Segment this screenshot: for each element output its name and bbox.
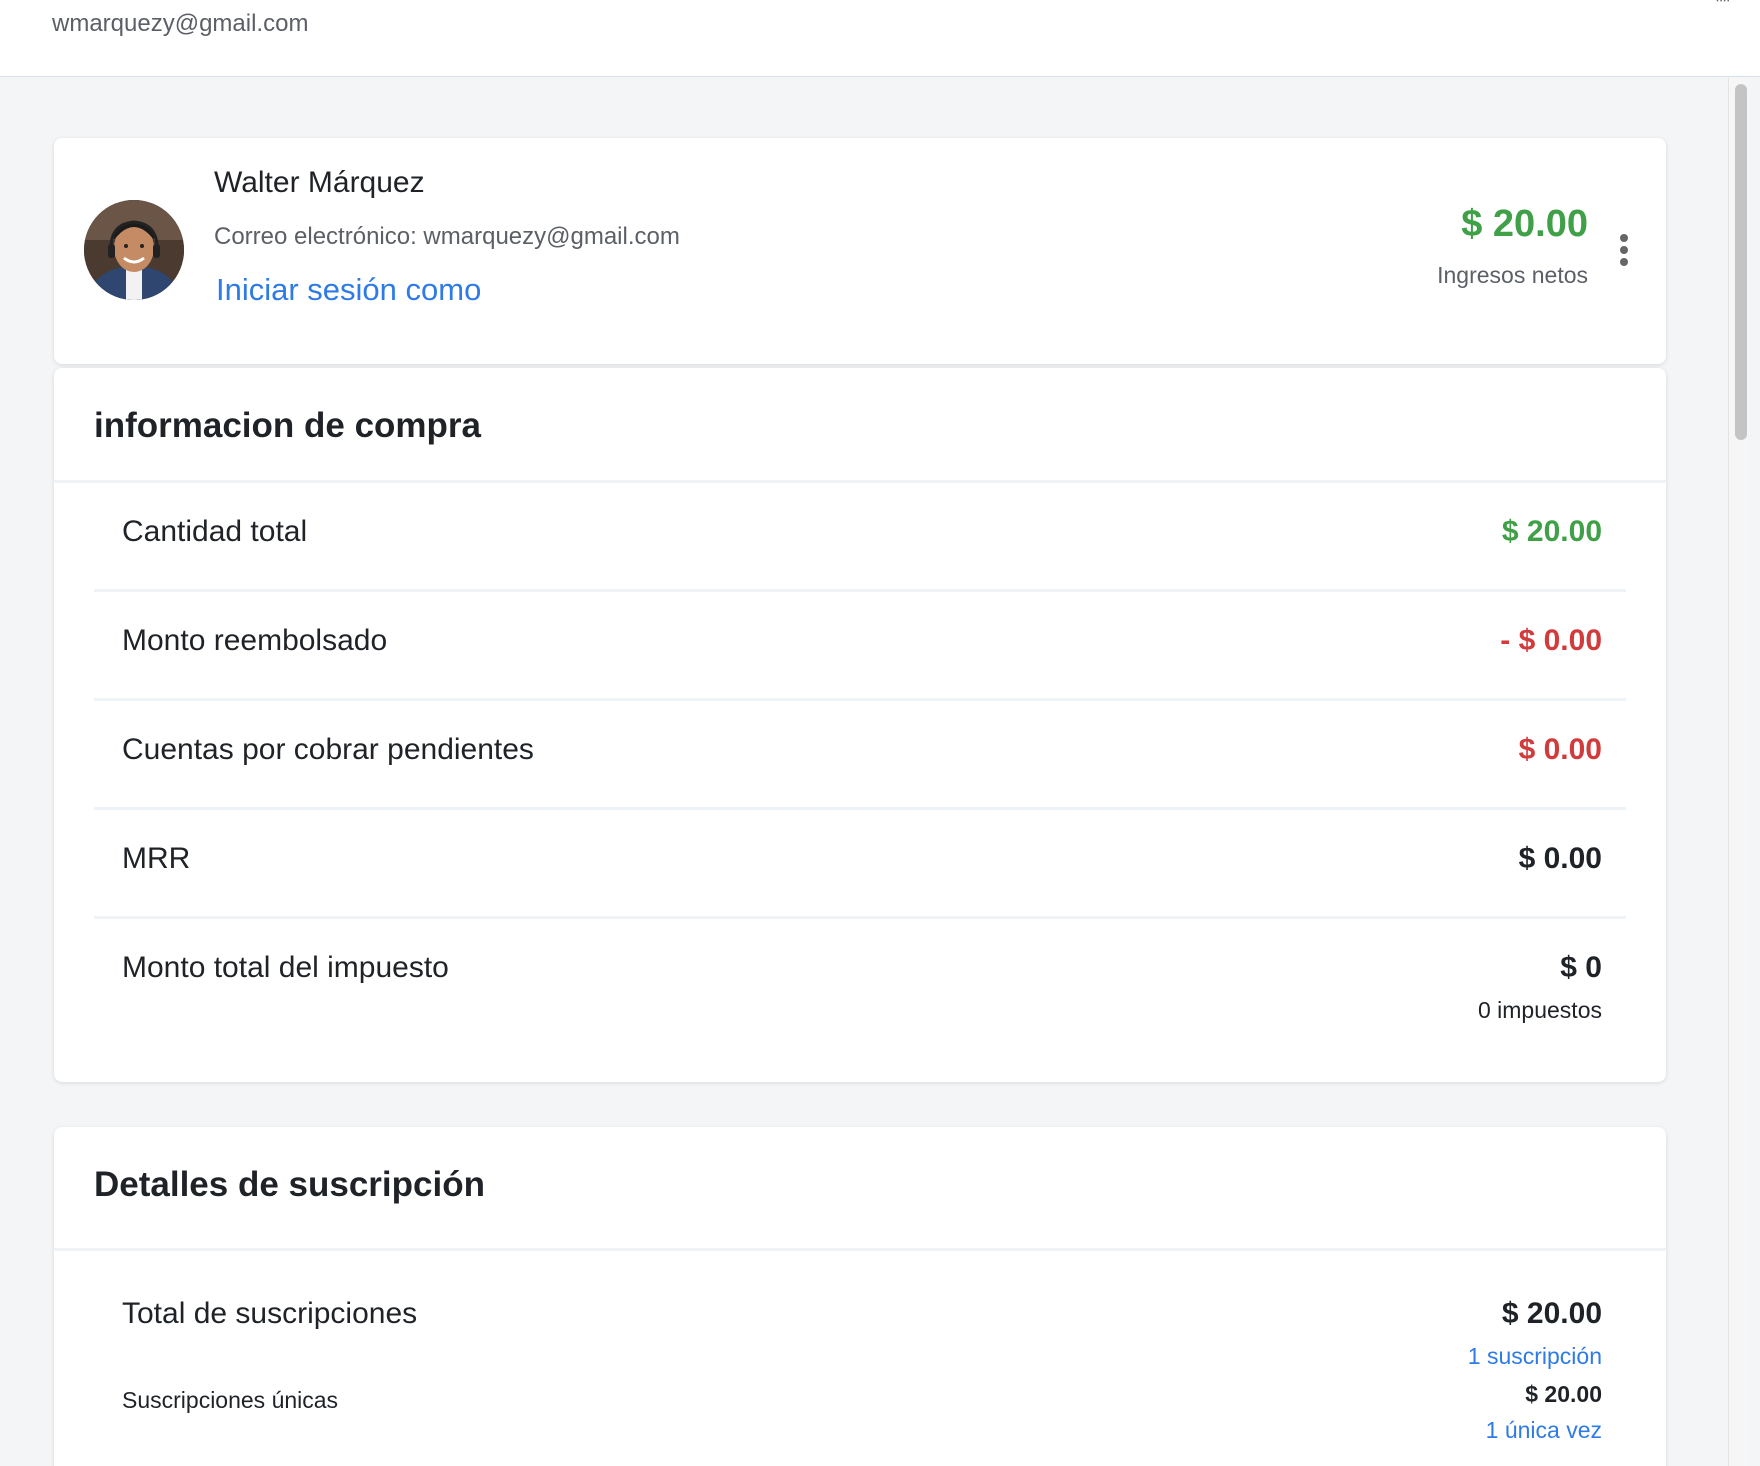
- row-label: Cantidad total: [122, 515, 308, 548]
- net-revenue-amount: $ 20.00: [1461, 203, 1588, 245]
- subscription-details-title: Detalles de suscripción: [94, 1165, 485, 1204]
- row-value: $ 0: [1560, 951, 1602, 984]
- unique-subscriptions-label: Suscripciones únicas: [122, 1387, 339, 1413]
- divider: [54, 1248, 1666, 1251]
- subscription-details-card: Detalles de suscripción Total de suscrip…: [54, 1127, 1666, 1466]
- row-value: $ 0.00: [1518, 842, 1602, 875]
- purchase-row-total: Cantidad total $ 20.00: [94, 483, 1626, 592]
- purchase-row-refunded: Monto reembolsado - $ 0.00: [94, 592, 1626, 701]
- top-bar: wmarquezy@gmail.com "": [0, 0, 1760, 77]
- avatar: [84, 200, 184, 300]
- customer-email: Correo electrónico: wmarquezy@gmail.com: [214, 223, 680, 250]
- vertical-scrollbar[interactable]: [1728, 78, 1750, 1466]
- purchase-info-card: informacion de compra Cantidad total $ 2…: [54, 368, 1666, 1082]
- customer-name: Walter Márquez: [214, 166, 425, 199]
- row-value: $ 20.00: [1501, 515, 1602, 548]
- row-label: MRR: [122, 842, 191, 875]
- row-value: $ 0.00: [1518, 733, 1602, 766]
- row-label: Cuentas por cobrar pendientes: [122, 733, 534, 766]
- scrollbar-thumb[interactable]: [1735, 84, 1747, 440]
- total-subscriptions-label: Total de suscripciones: [122, 1297, 418, 1330]
- subscriptions-count-link[interactable]: 1 suscripción: [1468, 1343, 1602, 1370]
- total-subscriptions-value: $ 20.00: [1501, 1297, 1602, 1330]
- purchase-row-receivables: Cuentas por cobrar pendientes $ 0.00: [94, 701, 1626, 810]
- row-label: Monto reembolsado: [122, 624, 388, 657]
- customer-profile-card: Walter Márquez Correo electrónico: wmarq…: [54, 138, 1666, 364]
- tax-count: 0 impuestos: [1477, 997, 1602, 1023]
- row-value: - $ 0.00: [1500, 624, 1602, 657]
- main-content: Walter Márquez Correo electrónico: wmarq…: [0, 78, 1728, 1466]
- unique-subscriptions-link[interactable]: 1 única vez: [1486, 1417, 1602, 1444]
- net-revenue-label: Ingresos netos: [1437, 262, 1588, 288]
- login-as-link[interactable]: Iniciar sesión como: [216, 272, 481, 308]
- purchase-row-mrr: MRR $ 0.00: [94, 810, 1626, 919]
- row-label: Monto total del impuesto: [122, 951, 449, 984]
- avatar-photo: [84, 200, 184, 300]
- close-quote-icon[interactable]: "": [1716, 0, 1730, 17]
- more-options-icon[interactable]: [1618, 234, 1630, 270]
- header-email: wmarquezy@gmail.com: [52, 10, 309, 37]
- unique-subscriptions-value: $ 20.00: [1525, 1381, 1602, 1407]
- purchase-info-title: informacion de compra: [94, 406, 482, 445]
- purchase-row-tax: Monto total del impuesto $ 0 0 impuestos: [94, 919, 1626, 1069]
